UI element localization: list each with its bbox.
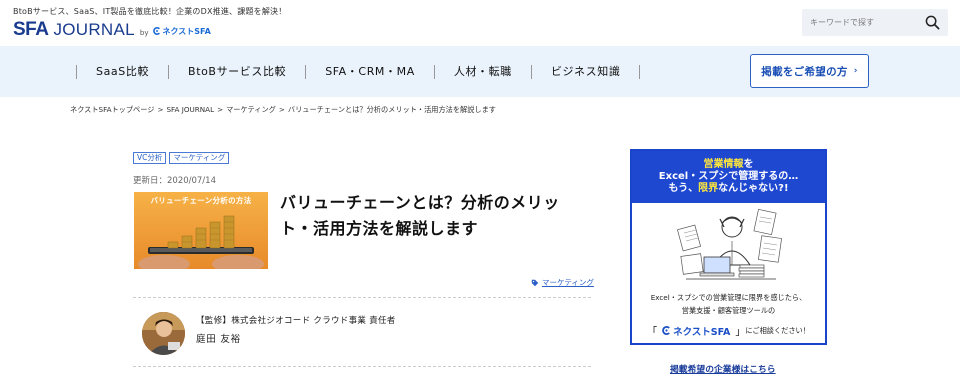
site-header: BtoBサービス、SaaS、IT製品を徹底比較！企業のDX推進、課題を解決！ S… [0,0,960,46]
listing-request-button[interactable]: 掲載をご希望の方 › [750,54,869,88]
ad-headline-rest: を [743,159,754,170]
brand-c-icon [662,326,670,335]
ad-headline-block: 営業情報を Excel・スプシで管理するの… もう、限界なんじゃない?! [632,151,825,203]
logo-brand-text: ネクストSFA [162,26,211,36]
logo-brand: ネクストSFA [152,26,211,37]
breadcrumb-separator: > [157,105,164,114]
article-tags: VC分析 マーケティング [133,152,232,164]
article-title: バリューチェーンとは？分析のメリット・活用方法を解説します [280,193,560,238]
tag-marketing[interactable]: マーケティング [169,152,230,164]
breadcrumb-separator: > [278,105,285,114]
nav-item-jobs[interactable]: 人材・転職 [433,64,531,79]
brand-c-icon [152,27,160,35]
main-nav: SaaS比較 BtoBサービス比較 SFA・CRM・MA 人材・転職 ビジネス知… [0,46,960,97]
tag-vc-analysis[interactable]: VC分析 [133,152,167,164]
article-thumbnail: バリューチェーン分析の方法 [134,192,268,269]
stressed-worker-illustration [677,208,782,280]
ad-headline-post: なんじゃない?! [718,183,789,194]
site-logo[interactable]: SFA JOURNAL by ネクストSFA [13,19,211,41]
search-icon[interactable] [925,15,940,30]
search-input[interactable] [810,14,920,31]
thumbnail-title: バリューチェーン分析の方法 [150,196,252,205]
ad-brand-text: ネクストSFA [673,326,731,338]
breadcrumb-item-top[interactable]: ネクストSFAトップページ [70,105,154,114]
supervisor-avatar [142,312,185,355]
breadcrumb-item-current: バリューチェーンとは？分析のメリット・活用方法を解説します [287,105,496,114]
site-tagline: BtoBサービス、SaaS、IT製品を徹底比較！企業のDX推進、課題を解決！ [13,7,287,16]
logo-by-text: by [139,29,149,37]
ad-headline-highlight: 限界 [698,183,719,194]
ad-headline: 営業情報を Excel・スプシで管理するの… もう、限界なんじゃない?! [632,159,825,195]
breadcrumb: ネクストSFAトップページ > SFA JOURNAL > マーケティング > バリューチェ… [70,105,496,115]
breadcrumb-item-marketing[interactable]: マーケティング [226,105,276,114]
logo-sfa-text: SFA [13,19,49,40]
nav-item-sfa-crm-ma[interactable]: SFA・CRM・MA [305,64,434,79]
ad-brand: ネクストSFA [662,324,730,338]
breadcrumb-item-journal[interactable]: SFA JOURNAL [167,105,215,114]
supervisor-role: 【監修】株式会社ジオコード クラウド事業 責任者 [196,316,396,326]
category-link[interactable]: マーケティング [531,277,594,288]
ad-brand-row: 「 ネクストSFA 」 にご相談ください！ [632,323,825,339]
listing-inquiry-link[interactable]: 掲載希望の企業様はこちら [670,362,776,375]
nav-item-saas[interactable]: SaaS比較 [76,64,168,79]
tag-icon [531,279,539,286]
ad-body-text: Excel・スプシでの営業管理に限界を感じたら、 営業支援・顧客管理ツールの [632,291,825,317]
ad-headline-line-1: 営業情報を [632,159,825,171]
divider [133,366,591,367]
breadcrumb-separator: > [217,105,224,114]
ad-headline-line-3: もう、限界なんじゃない?! [632,183,825,195]
nav-item-btob[interactable]: BtoBサービス比較 [168,64,305,79]
ad-body-line-1: Excel・スプシでの営業管理に限界を感じたら、 [650,293,807,302]
supervisor-name: 庭田 友裕 [196,334,242,345]
logo-journal-text: JOURNAL [53,20,135,39]
updated-date: 更新日：2020/07/14 [133,176,216,186]
category-link-label: マーケティング [542,278,594,287]
ad-headline-highlight: 営業情報 [703,159,744,170]
ad-bracket-close: 」 [735,327,746,338]
ad-body-line-2: 営業支援・顧客管理ツールの [681,306,776,315]
nav-item-business[interactable]: ビジネス知識 [530,64,641,79]
chevron-right-icon: › [853,66,858,76]
ad-body-line-3: にご相談ください！ [745,325,810,335]
ad-banner[interactable]: 営業情報を Excel・スプシで管理するの… もう、限界なんじゃない?! Exc… [630,149,827,345]
divider [133,297,591,298]
ad-bracket-open: 「 [647,327,658,338]
listing-request-label: 掲載をご希望の方 [761,65,848,78]
search-box [802,9,948,36]
ad-headline-pre: もう、 [668,183,699,194]
ad-headline-line-2: Excel・スプシで管理するの… [658,171,799,182]
nav-items: SaaS比較 BtoBサービス比較 SFA・CRM・MA 人材・転職 ビジネス知… [76,46,641,97]
person-photo [142,312,185,355]
